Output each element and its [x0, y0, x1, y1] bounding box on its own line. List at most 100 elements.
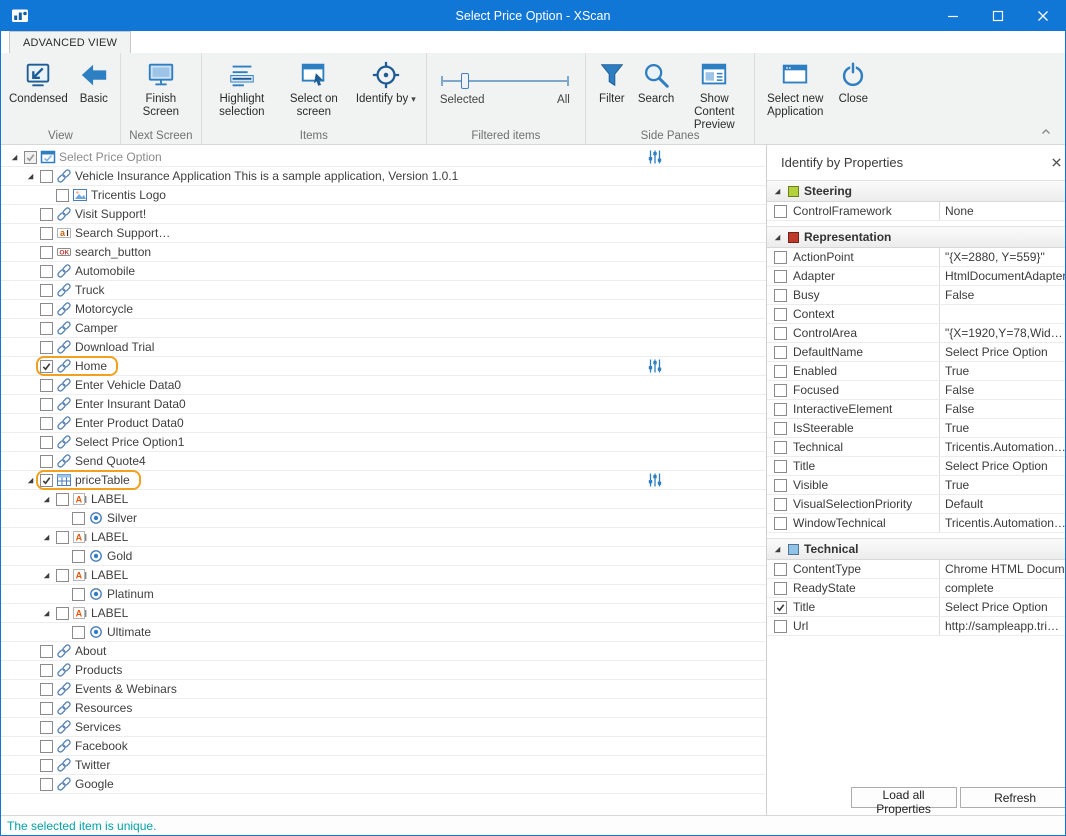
tree-item-tricentis-logo[interactable]: Tricentis Logo — [1, 186, 766, 205]
identify-by-sliders-icon[interactable] — [647, 358, 663, 374]
property-checkbox[interactable] — [774, 270, 787, 283]
load-all-properties-button[interactable]: Load all Properties — [851, 787, 957, 808]
property-checkbox[interactable] — [774, 620, 787, 633]
tree-item-checkbox[interactable] — [40, 702, 53, 715]
tree-item-enter-product-data0[interactable]: Enter Product Data0 — [1, 414, 766, 433]
property-checkbox[interactable] — [774, 441, 787, 454]
expander-icon[interactable] — [39, 568, 53, 582]
section-header-technical[interactable]: Technical — [767, 538, 1066, 560]
tree-item-checkbox[interactable] — [56, 569, 69, 582]
tree-item-checkbox[interactable] — [40, 398, 53, 411]
show-content-preview-button[interactable]: Show Content Preview — [678, 56, 750, 134]
property-row-visible[interactable]: VisibleTrue — [767, 476, 1066, 495]
tree-item-checkbox[interactable] — [40, 417, 53, 430]
property-row-title[interactable]: TitleSelect Price Option — [767, 457, 1066, 476]
property-row-technical[interactable]: TechnicalTricentis.Automation… — [767, 438, 1066, 457]
section-header-steering[interactable]: Steering — [767, 180, 1066, 202]
identify-by-button[interactable]: Identify by▾ — [350, 56, 422, 108]
tree-item-send-quote4[interactable]: Send Quote4 — [1, 452, 766, 471]
property-checkbox[interactable] — [774, 327, 787, 340]
tree-item-checkbox[interactable] — [40, 265, 53, 278]
tree-item-silver[interactable]: Silver — [1, 509, 766, 528]
property-row-windowtechnical[interactable]: WindowTechnicalTricentis.Automation… — [767, 514, 1066, 533]
select-on-screen-button[interactable]: Select on screen — [278, 56, 350, 121]
property-row-title[interactable]: TitleSelect Price Option — [767, 598, 1066, 617]
tree-item-checkbox[interactable] — [56, 493, 69, 506]
tree-item-about[interactable]: About — [1, 642, 766, 661]
property-row-visualselectionpriority[interactable]: VisualSelectionPriorityDefault — [767, 495, 1066, 514]
filter-button[interactable]: Filter — [590, 56, 634, 108]
tree-item-label[interactable]: ALABEL — [1, 566, 766, 585]
property-row-interactiveelement[interactable]: InteractiveElementFalse — [767, 400, 1066, 419]
tree-item-label[interactable]: ALABEL — [1, 528, 766, 547]
tree-item-checkbox[interactable] — [40, 303, 53, 316]
tree-item-checkbox[interactable] — [40, 645, 53, 658]
property-row-actionpoint[interactable]: ActionPoint"{X=2880, Y=559}" — [767, 248, 1066, 267]
collapse-ribbon-button[interactable] — [1039, 125, 1053, 139]
section-expander-icon[interactable] — [771, 231, 783, 243]
property-checkbox[interactable] — [774, 601, 787, 614]
maximize-button[interactable] — [975, 1, 1020, 31]
tree-item-checkbox[interactable] — [40, 360, 53, 373]
expander-icon[interactable] — [23, 169, 37, 183]
property-checkbox[interactable] — [774, 460, 787, 473]
property-checkbox[interactable] — [774, 403, 787, 416]
tree-item-automobile[interactable]: Automobile — [1, 262, 766, 281]
tree-item-checkbox[interactable] — [72, 512, 85, 525]
property-checkbox[interactable] — [774, 365, 787, 378]
tree-item-checkbox[interactable] — [24, 151, 37, 164]
property-row-contenttype[interactable]: ContentTypeChrome HTML Docum… — [767, 560, 1066, 579]
tree-item-vehicle-insurance-application-this-is-a-sample-application-version-1-0-1[interactable]: Vehicle Insurance Application This is a … — [1, 167, 766, 186]
tree-item-ultimate[interactable]: Ultimate — [1, 623, 766, 642]
section-expander-icon[interactable] — [771, 543, 783, 555]
tree-item-checkbox[interactable] — [40, 759, 53, 772]
tree-item-motorcycle[interactable]: Motorcycle — [1, 300, 766, 319]
property-row-controlframework[interactable]: ControlFrameworkNone — [767, 202, 1066, 221]
tree-item-label[interactable]: ALABEL — [1, 490, 766, 509]
tree-item-download-trial[interactable]: Download Trial — [1, 338, 766, 357]
tree-item-enter-insurant-data0[interactable]: Enter Insurant Data0 — [1, 395, 766, 414]
tab-advanced-view[interactable]: ADVANCED VIEW — [9, 31, 131, 53]
tree-item-checkbox[interactable] — [40, 683, 53, 696]
expander-icon[interactable] — [39, 530, 53, 544]
tree-item-checkbox[interactable] — [40, 322, 53, 335]
property-row-controlarea[interactable]: ControlArea"{X=1920,Y=78,Wid… — [767, 324, 1066, 343]
property-row-focused[interactable]: FocusedFalse — [767, 381, 1066, 400]
tree-item-checkbox[interactable] — [40, 246, 53, 259]
property-checkbox[interactable] — [774, 289, 787, 302]
property-row-adapter[interactable]: AdapterHtmlDocumentAdapter — [767, 267, 1066, 286]
property-row-defaultname[interactable]: DefaultNameSelect Price Option — [767, 343, 1066, 362]
property-row-enabled[interactable]: EnabledTrue — [767, 362, 1066, 381]
property-checkbox[interactable] — [774, 384, 787, 397]
tree-item-resources[interactable]: Resources — [1, 699, 766, 718]
property-row-url[interactable]: Urlhttp://sampleapp.tri… — [767, 617, 1066, 636]
refresh-button[interactable]: Refresh — [960, 787, 1066, 808]
tree-item-checkbox[interactable] — [40, 379, 53, 392]
tree-item-enter-vehicle-data0[interactable]: Enter Vehicle Data0 — [1, 376, 766, 395]
tree-item-home[interactable]: Home — [1, 357, 766, 376]
tree-item-checkbox[interactable] — [72, 626, 85, 639]
expander-icon[interactable] — [7, 150, 21, 164]
tree-item-pricetable[interactable]: priceTable — [1, 471, 766, 490]
close-button[interactable] — [1020, 1, 1065, 31]
tree-item-google[interactable]: Google — [1, 775, 766, 794]
property-row-readystate[interactable]: ReadyStatecomplete — [767, 579, 1066, 598]
property-checkbox[interactable] — [774, 346, 787, 359]
tree-item-checkbox[interactable] — [40, 664, 53, 677]
tree-item-checkbox[interactable] — [40, 721, 53, 734]
tree-item-checkbox[interactable] — [40, 341, 53, 354]
property-row-context[interactable]: Context — [767, 305, 1066, 324]
tree-item-checkbox[interactable] — [56, 189, 69, 202]
property-checkbox[interactable] — [774, 517, 787, 530]
property-row-busy[interactable]: BusyFalse — [767, 286, 1066, 305]
tree-item-checkbox[interactable] — [56, 607, 69, 620]
tree-item-checkbox[interactable] — [40, 227, 53, 240]
tree-item-select-price-option1[interactable]: Select Price Option1 — [1, 433, 766, 452]
property-row-issteerable[interactable]: IsSteerableTrue — [767, 419, 1066, 438]
property-checkbox[interactable] — [774, 251, 787, 264]
tree-item-search-support[interactable]: aSearch Support… — [1, 224, 766, 243]
expander-icon[interactable] — [39, 492, 53, 506]
tree-item-visit-support[interactable]: Visit Support! — [1, 205, 766, 224]
tree-item-gold[interactable]: Gold — [1, 547, 766, 566]
section-expander-icon[interactable] — [771, 185, 783, 197]
